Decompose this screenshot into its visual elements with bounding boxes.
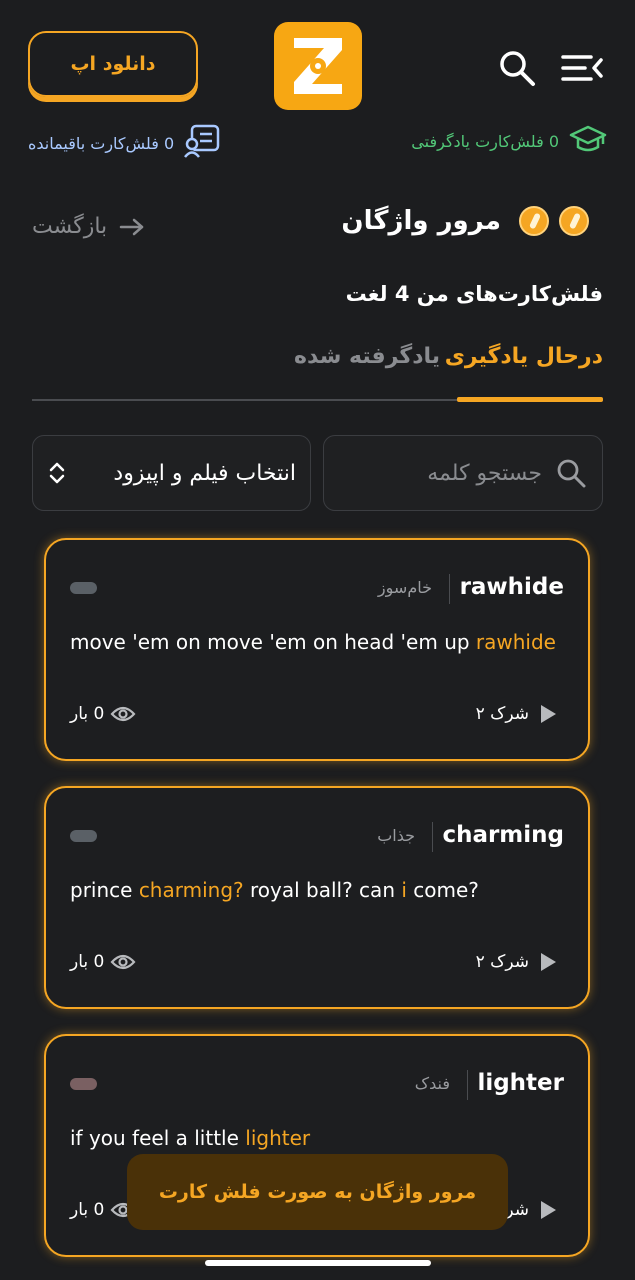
graduation-cap-icon bbox=[569, 124, 607, 158]
eye-icon bbox=[110, 954, 136, 970]
home-indicator bbox=[205, 1260, 431, 1266]
sentence-text: come? bbox=[406, 878, 479, 902]
sentence-text: prince bbox=[70, 878, 139, 902]
card-sentence: if you feel a little lighter bbox=[70, 1126, 310, 1150]
card-sentence: move 'em on move 'em on head 'em up rawh… bbox=[70, 630, 556, 654]
card-word: lighter bbox=[477, 1070, 564, 1096]
download-app-label: دانلود اپ bbox=[70, 53, 156, 75]
card-translation: جذاب bbox=[377, 826, 415, 845]
card-source-label: شرک ۲ bbox=[475, 952, 529, 972]
search-icon[interactable] bbox=[496, 47, 538, 89]
page-title: مرور واژگان bbox=[341, 206, 501, 236]
eye-icon bbox=[110, 706, 136, 722]
highlighted-word: lighter bbox=[245, 1126, 311, 1150]
title-row: مرور واژگان bbox=[341, 206, 589, 236]
card-source[interactable]: شرک ۲ bbox=[476, 952, 556, 972]
tab-learning[interactable]: درحال یادگیری bbox=[445, 344, 603, 369]
sentence-text: royal ball? can bbox=[243, 878, 402, 902]
learned-flashcards-stat: 0 فلش‌کارت یادگرفتی bbox=[411, 124, 607, 158]
highlighted-word: rawhide bbox=[475, 630, 556, 654]
card-word: rawhide bbox=[459, 574, 564, 600]
word-search-placeholder: جستجو کلمه bbox=[427, 460, 542, 486]
card-word: charming bbox=[442, 822, 564, 848]
card-views: 0 بار bbox=[70, 704, 136, 724]
sort-arrows-icon bbox=[49, 462, 65, 484]
film-episode-select[interactable]: انتخاب فیلم و اپیزود bbox=[32, 435, 311, 511]
word-search-input[interactable]: جستجو کلمه bbox=[323, 435, 603, 511]
coins-icon bbox=[519, 206, 589, 236]
card-translation: خام‌سوز bbox=[377, 578, 432, 597]
card-sentence: prince charming? royal ball? can i come? bbox=[70, 878, 479, 902]
flashcard[interactable]: charming جذاب prince charming? royal ball?… bbox=[44, 786, 590, 1009]
back-button[interactable]: بازگشت bbox=[32, 214, 145, 239]
card-views-label: 0 بار bbox=[70, 952, 105, 972]
flashcard-list-icon bbox=[184, 124, 220, 162]
card-views-label: 0 بار bbox=[70, 1200, 105, 1220]
remaining-flashcards-text: 0 فلش‌کارت باقیمانده bbox=[28, 133, 175, 153]
sentence-text: if you feel a little bbox=[70, 1126, 246, 1150]
review-flashcards-button[interactable]: مرور واژگان به صورت فلش کارت bbox=[127, 1154, 508, 1230]
card-status-pill[interactable] bbox=[70, 830, 97, 842]
card-translation: فندک bbox=[414, 1074, 450, 1093]
tab-active-indicator bbox=[457, 397, 603, 402]
logo-z-icon bbox=[294, 38, 342, 94]
flashcard[interactable]: rawhide خام‌سوز move 'em on move 'em on he… bbox=[44, 538, 590, 761]
play-icon bbox=[541, 953, 556, 971]
card-divider bbox=[467, 1070, 468, 1100]
card-divider bbox=[432, 822, 433, 852]
card-divider bbox=[449, 574, 450, 604]
card-views-label: 0 بار bbox=[70, 704, 105, 724]
flashcards-count-title: فلش‌کارت‌های من 4 لغت bbox=[345, 282, 603, 306]
highlighted-word: charming? bbox=[138, 878, 244, 902]
sentence-text: move 'em on move 'em on head 'em up bbox=[70, 630, 476, 654]
search-icon bbox=[557, 459, 586, 488]
film-episode-select-label: انتخاب فیلم و اپیزود bbox=[113, 460, 296, 486]
play-icon bbox=[541, 1201, 556, 1219]
back-label: بازگشت bbox=[32, 214, 108, 239]
learned-flashcards-text: 0 فلش‌کارت یادگرفتی bbox=[411, 131, 559, 151]
card-source[interactable]: شرک ۲ bbox=[476, 704, 556, 724]
card-status-pill[interactable] bbox=[70, 582, 97, 594]
arrow-right-icon bbox=[119, 218, 144, 235]
review-flashcards-label: مرور واژگان به صورت فلش کارت bbox=[158, 1181, 477, 1203]
card-status-pill[interactable] bbox=[70, 1078, 97, 1090]
card-source-label: شرک ۲ bbox=[475, 704, 529, 724]
app-logo[interactable] bbox=[274, 22, 362, 110]
remaining-flashcards-stat: 0 فلش‌کارت باقیمانده bbox=[28, 124, 220, 162]
tab-learned[interactable]: یادگرفته شده bbox=[294, 344, 440, 369]
card-views: 0 بار bbox=[70, 952, 136, 972]
play-icon bbox=[541, 705, 556, 723]
menu-icon[interactable] bbox=[560, 50, 604, 86]
download-app-button[interactable]: دانلود اپ bbox=[28, 31, 198, 97]
